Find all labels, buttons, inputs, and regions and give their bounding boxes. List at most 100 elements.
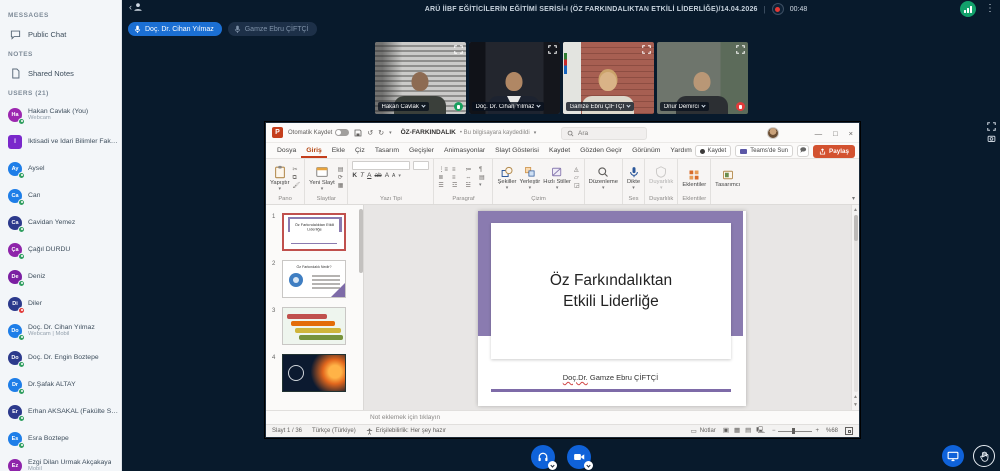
minimize-icon[interactable]: — [815, 129, 823, 138]
audio-options-chevron[interactable] [548, 461, 557, 470]
user-list-item[interactable]: Ça Çağıl DURDU [8, 236, 121, 263]
copy-icon[interactable]: ⧉ [293, 175, 301, 181]
user-list-item[interactable]: Do Doç. Dr. Engin Boztepe [8, 344, 121, 371]
font-size-select[interactable] [413, 161, 429, 170]
ppt-menu-tab[interactable]: Animasyonlar [439, 143, 490, 158]
webcam-button[interactable] [567, 445, 591, 469]
video-tile[interactable]: Hakan Cavlak [375, 42, 466, 114]
thumbnail-scrollbar[interactable] [359, 209, 363, 273]
notes-pane[interactable]: Not eklemek için tıklayın [266, 410, 859, 424]
raise-hand-button[interactable] [973, 445, 995, 467]
maximize-icon[interactable]: □ [833, 129, 838, 138]
connection-status-icon[interactable] [960, 1, 976, 17]
shape-effects-icon[interactable]: ◲ [574, 183, 580, 189]
language-indicator[interactable]: Türkçe (Türkiye) [312, 428, 356, 434]
editing-button[interactable]: Düzenleme▾ [589, 166, 618, 190]
slide-sorter-icon[interactable]: ▦ [734, 426, 740, 437]
presentation-snapshot-icon[interactable] [987, 134, 996, 143]
sidebar-item-public-chat[interactable]: Public Chat [8, 23, 121, 45]
fullscreen-icon[interactable] [642, 45, 651, 54]
audio-button[interactable] [531, 445, 555, 469]
talking-indicator-pill[interactable]: Doç. Dr. Cihan Yılmaz [128, 22, 222, 36]
ppt-menu-tab[interactable]: Slayt Gösterisi [490, 143, 544, 158]
video-tile[interactable]: Gamze Ebru ÇİFTÇİ [563, 42, 654, 114]
notes-toggle-button[interactable]: ▭Notlar [691, 427, 716, 435]
shapes-button[interactable]: Şekiller▾ [497, 166, 516, 190]
ppt-menu-tab[interactable]: Görünüm [627, 143, 665, 158]
talking-indicator-pill[interactable]: Gamze Ebru ÇİFTÇİ [228, 22, 317, 36]
layout-icon[interactable]: ▤ [338, 167, 344, 173]
user-list-item[interactable]: Ez Ezgi Dilan Urmak Akçakaya Mobil [8, 452, 121, 471]
reading-view-icon[interactable]: ▤ [745, 426, 751, 437]
ppt-menu-tab[interactable]: Kaydet [544, 143, 575, 158]
user-list-item[interactable]: İ İktisadi ve İdari Bilimler Fakültesi [8, 128, 121, 155]
shape-fill-icon[interactable]: ◬ [574, 167, 580, 173]
video-name-label[interactable]: Doç. Dr. Cihan Yılmaz [472, 102, 545, 111]
video-tile[interactable]: Onur Demirci [657, 42, 748, 114]
close-icon[interactable]: × [849, 129, 853, 138]
user-list-item[interactable]: Er Erhan AKSAKAL (Fakülte Sekreteri) [8, 398, 121, 425]
user-list-item[interactable]: Ca Cavidan Yemez [8, 209, 121, 236]
normal-view-icon[interactable]: ▣ [723, 426, 729, 437]
user-list-item[interactable]: Es Esra Boztepe [8, 425, 121, 452]
undo-icon[interactable]: ↺ [367, 129, 373, 137]
ppt-menu-tab[interactable]: Dosya [272, 143, 301, 158]
account-avatar[interactable] [767, 127, 779, 139]
user-list-item[interactable]: Ha Hakan Cavlak (You) Webcam [8, 101, 121, 128]
video-tile[interactable]: Doç. Dr. Cihan Yılmaz [469, 42, 560, 114]
record-button[interactable]: Kaydet [695, 145, 732, 157]
paragraph-buttons[interactable]: ⋮≡≡≔¶ ≣≡⇔▤ ☰☲☱▾ [438, 167, 488, 190]
next-slide-icon[interactable]: ▼ [853, 402, 858, 408]
comments-button[interactable]: 🗩 [797, 145, 809, 157]
video-name-label[interactable]: Onur Demirci [660, 102, 709, 111]
ppt-menu-tab[interactable]: Yardım [665, 143, 696, 158]
user-list-item[interactable]: Ay Aysel [8, 155, 121, 182]
new-slide-button[interactable]: Yeni Slayt▾ [309, 165, 335, 191]
slide-thumbnail-1[interactable]: Öz Farkındalıktan Etkili Liderliğe [282, 213, 346, 251]
accessibility-status[interactable]: Erişilebilirlik: Her şey hazır [366, 428, 446, 435]
user-list-item[interactable]: Do Doç. Dr. Cihan Yılmaz Webcam | Mobil [8, 317, 121, 344]
zoom-out-icon[interactable]: − [772, 428, 776, 434]
slide-thumbnail-2[interactable]: Öz Farkındalık Nedir? [282, 260, 346, 298]
font-style-buttons[interactable]: KTAabAA▾ [352, 172, 400, 179]
ppt-menu-tab[interactable]: Tasarım [370, 143, 404, 158]
user-list-item[interactable]: Di Diler [8, 290, 121, 317]
redo-icon[interactable]: ↻ [378, 129, 384, 137]
document-title[interactable]: ÖZ-FARKINDALIK • Bu bilgisayara kaydedil… [401, 129, 537, 136]
cut-icon[interactable]: ✂ [293, 167, 301, 173]
section-icon[interactable]: ▦ [338, 183, 344, 189]
zoom-in-icon[interactable]: + [815, 428, 819, 434]
autosave-control[interactable]: Otomatik Kaydet [288, 129, 349, 136]
slideshow-icon[interactable]: 🖳 [756, 426, 765, 437]
ppt-menu-tab[interactable]: Ekle [327, 143, 350, 158]
scroll-up-icon[interactable]: ▲ [853, 207, 858, 213]
recording-indicator[interactable] [772, 3, 784, 15]
current-slide[interactable]: Öz Farkındalıktan Etkili Liderliğe Doç.D… [478, 211, 746, 406]
designer-button[interactable]: Tasarımcı [715, 169, 740, 188]
sensitivity-button[interactable]: Duyarlılık▾ [649, 166, 673, 190]
view-buttons[interactable]: ▣ ▦ ▤ 🖳 [723, 426, 765, 437]
zoom-percent[interactable]: %68 [826, 428, 838, 434]
video-name-label[interactable]: Hakan Cavlak [378, 102, 429, 111]
paste-button[interactable]: Yapıştır▾ [270, 165, 290, 191]
search-input[interactable]: Ara [561, 127, 647, 140]
zoom-slider[interactable]: − + [772, 428, 819, 434]
canvas-scrollbar[interactable]: ▲ ▲ ▼ [851, 205, 859, 410]
fullscreen-icon[interactable] [454, 45, 463, 54]
slide-thumbnail-3[interactable] [282, 307, 346, 345]
quick-styles-button[interactable]: Hızlı Stiller▾ [543, 166, 571, 190]
fit-slide-icon[interactable] [845, 427, 853, 435]
ppt-menu-tab[interactable]: Çiz [350, 143, 370, 158]
user-list-item[interactable]: Ca Can [8, 182, 121, 209]
fullscreen-icon[interactable] [736, 45, 745, 54]
save-icon[interactable] [354, 129, 362, 137]
present-in-teams-button[interactable]: Teams'de Sun [735, 145, 793, 157]
reset-icon[interactable]: ⟳ [338, 175, 344, 181]
autosave-toggle[interactable] [335, 129, 349, 136]
presentation-fullscreen-icon[interactable] [987, 122, 996, 131]
share-button[interactable]: Paylaş [813, 145, 855, 158]
addins-button[interactable]: Eklentiler [682, 169, 706, 188]
arrange-button[interactable]: Yerleştir▾ [520, 166, 541, 190]
fullscreen-icon[interactable] [548, 45, 557, 54]
ppt-menu-tab[interactable]: Giriş [301, 143, 327, 158]
